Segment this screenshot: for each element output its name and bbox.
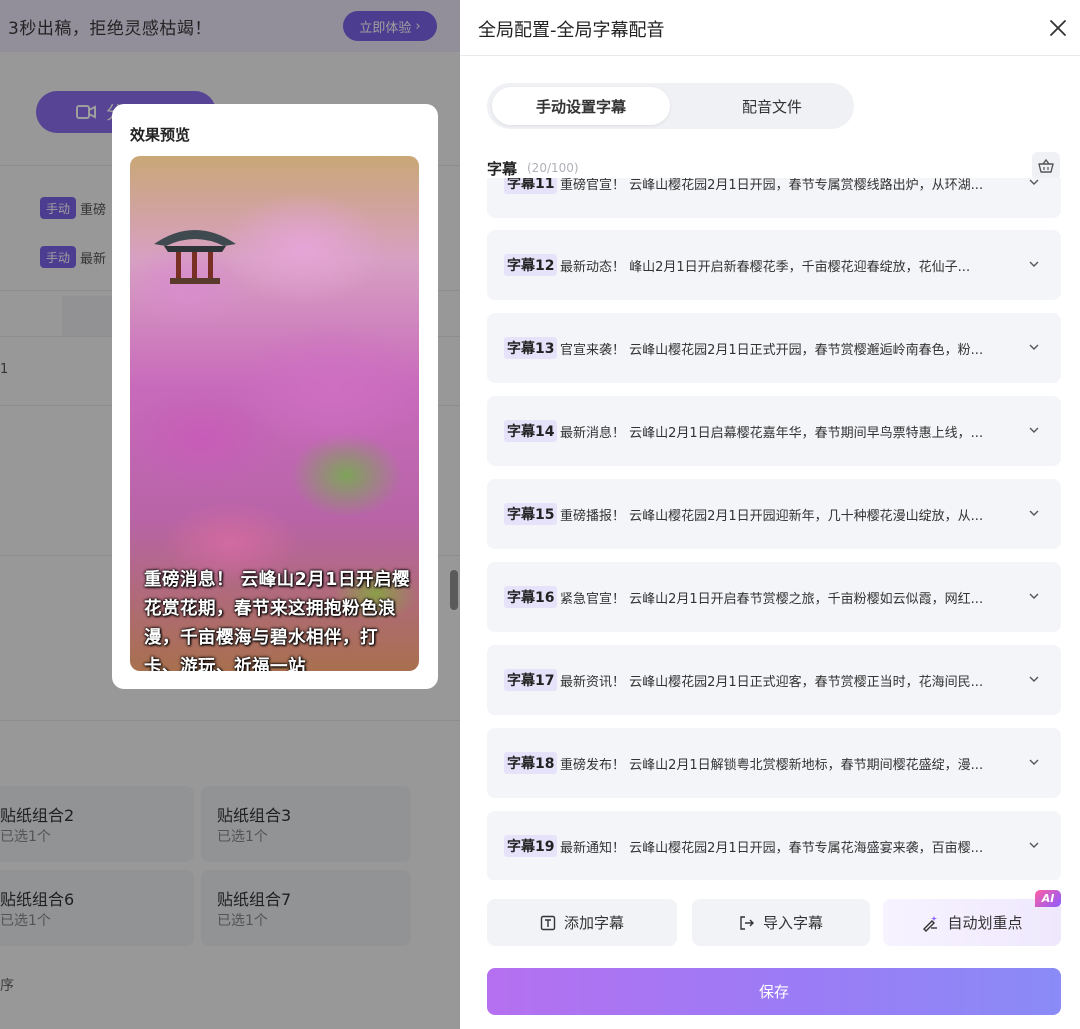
header-divider (460, 55, 1080, 56)
subtitle-text: 重磅发布！ 云峰山2月1日解锁粤北赏樱新地标，春节期间樱花盛绽，漫... (560, 758, 984, 773)
subtitle-item[interactable]: 字幕11 重磅官宣！ 云峰山樱花园2月1日开园，春节专属赏樱线路出炉，从环湖..… (487, 178, 1061, 218)
subtitle-item[interactable]: 字幕14 最新消息！ 云峰山2月1日启幕樱花嘉年华，春节期间早鸟票特惠上线，..… (487, 396, 1061, 466)
subtitle-text: 重磅官宣！ 云峰山樱花园2月1日开园，春节专属赏樱线路出炉，从环湖... (560, 178, 984, 193)
chevron-down-icon[interactable] (1028, 756, 1040, 768)
text-box-icon (540, 915, 556, 930)
basket-icon (1038, 158, 1054, 173)
import-subtitle-button[interactable]: 导入字幕 (692, 899, 870, 946)
chevron-down-icon[interactable] (1028, 258, 1040, 270)
drag-handle[interactable] (450, 570, 458, 610)
effect-preview-popup: 效果预览 重磅消息！ 云峰山2月1日开启樱花赏花期，春节来这拥抱粉色浪漫，千亩樱… (112, 104, 438, 689)
tab-dubbing-file[interactable]: 配音文件 (697, 87, 847, 125)
subtitle-list[interactable]: 字幕11 重磅官宣！ 云峰山樱花园2月1日开园，春节专属赏樱线路出炉，从环湖..… (487, 178, 1061, 880)
panel-title: 全局配置-全局字幕配音 (478, 20, 665, 41)
chevron-down-icon[interactable] (1028, 839, 1040, 851)
import-icon (740, 915, 754, 930)
add-subtitle-button[interactable]: 添加字幕 (487, 899, 677, 946)
save-button[interactable]: 保存 (487, 968, 1061, 1015)
subtitle-text: 官宣来袭！ 云峰山樱花园2月1日正式开园，春节赏樱邂逅岭南春色，粉... (560, 343, 984, 358)
subtitle-text: 最新通知！ 云峰山樱花园2月1日开园，春节专属花海盛宴来袭，百亩樱... (560, 841, 984, 856)
subtitle-count: (20/100) (527, 161, 579, 175)
subtitle-item[interactable]: 字幕13 官宣来袭！ 云峰山樱花园2月1日正式开园，春节赏樱邂逅岭南春色，粉..… (487, 313, 1061, 383)
subtitle-tag: 字幕13 (504, 337, 558, 359)
import-subtitle-label: 导入字幕 (762, 914, 823, 932)
subtitle-tag: 字幕17 (504, 669, 558, 691)
subtitle-item[interactable]: 字幕16 紧急官宣！ 云峰山2月1日开启春节赏樱之旅，千亩粉樱如云似霞，网红..… (487, 562, 1061, 632)
global-config-panel: 全局配置-全局字幕配音 手动设置字幕 配音文件 字幕 (20/100) 字幕11… (460, 0, 1080, 1029)
subtitle-item[interactable]: 字幕17 最新资讯！ 云峰山樱花园2月1日正式迎客，春节赏樱正当时，花海间民..… (487, 645, 1061, 715)
chevron-down-icon[interactable] (1028, 424, 1040, 436)
preview-title: 效果预览 (130, 126, 191, 144)
close-icon[interactable] (1048, 18, 1068, 38)
subtitle-text: 重磅播报！ 云峰山樱花园2月1日开园迎新年，几十种樱花漫山绽放，从... (560, 509, 984, 524)
chevron-down-icon[interactable] (1028, 341, 1040, 353)
subtitle-text: 最新资讯！ 云峰山樱花园2月1日正式迎客，春节赏樱正当时，花海间民... (560, 675, 984, 690)
chevron-down-icon[interactable] (1028, 507, 1040, 519)
subtitle-tag: 字幕18 (504, 752, 558, 774)
preview-caption: 重磅消息！ 云峰山2月1日开启樱花赏花期，春节来这拥抱粉色浪漫，千亩樱海与碧水相… (144, 570, 410, 671)
add-subtitle-label: 添加字幕 (563, 914, 624, 932)
subtitle-tag: 字幕11 (504, 178, 558, 194)
mode-tabs: 手动设置字幕 配音文件 (487, 83, 854, 129)
subtitle-tag: 字幕16 (504, 586, 558, 608)
chevron-down-icon[interactable] (1028, 178, 1040, 188)
auto-highlight-label: 自动划重点 (947, 914, 1023, 932)
subtitle-section-label: 字幕 (487, 160, 518, 178)
subtitle-item[interactable]: 字幕19 最新通知！ 云峰山樱花园2月1日开园，春节专属花海盛宴来袭，百亩樱..… (487, 811, 1061, 880)
chevron-down-icon[interactable] (1028, 590, 1040, 602)
ai-badge: AI (1035, 890, 1061, 907)
magic-pen-icon (923, 915, 938, 932)
subtitle-item[interactable]: 字幕15 重磅播报！ 云峰山樱花园2月1日开园迎新年，几十种樱花漫山绽放，从..… (487, 479, 1061, 549)
subtitle-tag: 字幕12 (504, 254, 558, 276)
subtitle-item[interactable]: 字幕18 重磅发布！ 云峰山2月1日解锁粤北赏樱新地标，春节期间樱花盛绽，漫..… (487, 728, 1061, 798)
subtitle-tag: 字幕19 (504, 835, 558, 857)
clear-basket-button[interactable] (1032, 152, 1060, 180)
subtitle-tag: 字幕14 (504, 420, 558, 442)
preview-image: 重磅消息！ 云峰山2月1日开启樱花赏花期，春节来这拥抱粉色浪漫，千亩樱海与碧水相… (130, 156, 419, 671)
subtitle-tag: 字幕15 (504, 503, 558, 525)
pavilion-icon (154, 230, 236, 284)
subtitle-item[interactable]: 字幕12 最新动态！ 峰山2月1日开启新春樱花季，千亩樱花迎春绽放，花仙子... (487, 230, 1061, 300)
subtitle-text: 最新消息！ 云峰山2月1日启幕樱花嘉年华，春节期间早鸟票特惠上线，... (560, 426, 984, 441)
subtitle-text: 紧急官宣！ 云峰山2月1日开启春节赏樱之旅，千亩粉樱如云似霞，网红... (560, 592, 984, 607)
tab-manual-subtitle[interactable]: 手动设置字幕 (492, 87, 670, 125)
chevron-down-icon[interactable] (1028, 673, 1040, 685)
subtitle-text: 最新动态！ 峰山2月1日开启新春樱花季，千亩樱花迎春绽放，花仙子... (560, 260, 971, 275)
